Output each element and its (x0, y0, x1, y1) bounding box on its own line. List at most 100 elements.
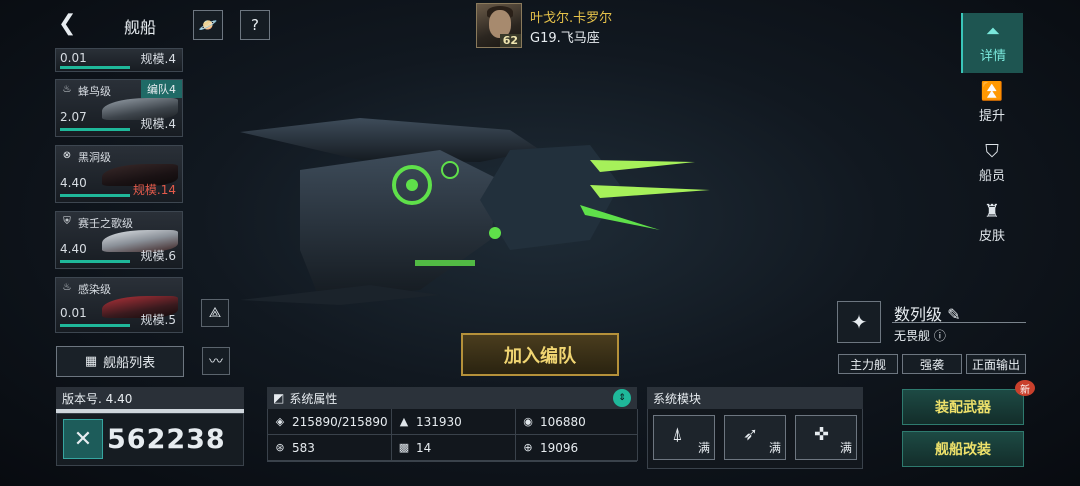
ship-bar (60, 260, 130, 263)
module-slot[interactable]: ⍋ 满 (653, 415, 715, 460)
class-divider (892, 322, 1026, 323)
new-badge: 新 (1015, 380, 1035, 396)
tab-label: 船员 (978, 168, 1005, 184)
armor-icon: ▲ (399, 414, 409, 428)
ship-card[interactable]: ♨ 感染级 0.01 规模.5 (55, 277, 183, 333)
ship-model (240, 118, 710, 305)
tab-details[interactable]: ⏶ 详情 (961, 13, 1023, 73)
attr-energy: ◉ 106880 (516, 409, 638, 435)
attr-checker: ▩ 14 (392, 435, 516, 461)
missile-module-icon: ➶ (743, 424, 759, 445)
ship-name: 黑洞级 (78, 151, 111, 164)
planet-icon: 🪐 (198, 16, 218, 34)
power-emblem-icon: ✕ (63, 419, 103, 459)
flame-icon: ♨ (62, 84, 72, 95)
module-status: 满 (697, 441, 710, 455)
fleet-icon: ⟁ (208, 305, 222, 321)
tab-upgrade[interactable]: ⏫ 提升 (961, 73, 1023, 133)
join-fleet-button[interactable]: 加入编队 (461, 333, 619, 376)
help-button[interactable]: ? (240, 10, 270, 40)
ship-value: 4.40 (60, 176, 87, 190)
wave-icon: 〰 (209, 354, 223, 370)
attr-target: ⊕ 19096 (516, 435, 638, 461)
attr-armor: ▲ 131930 (392, 409, 516, 435)
ship-module-icon: ⍋ (672, 424, 683, 445)
formation-button[interactable]: 〰 (202, 347, 230, 375)
role-tag: 正面输出 (966, 354, 1026, 374)
modules-panel: 系统模块 ⍋ 满 ➶ 满 ✜ 满 (647, 387, 863, 469)
attr-value: 19096 (540, 440, 579, 455)
module-status: 满 (768, 441, 781, 455)
expand-toggle-icon[interactable]: ⇕ (613, 389, 631, 407)
energy-icon: ◉ (523, 414, 533, 428)
shield-icon: ◈ (275, 414, 285, 428)
fleet-tag: 编队4 (141, 80, 182, 98)
ship-card[interactable]: ♨ 蜂鸟级 编队4 2.07 规模.4 (55, 79, 183, 137)
ship-scale: 规模.14 (132, 183, 176, 197)
target-icon: ⊕ (523, 440, 533, 454)
role-tag: 主力舰 (838, 354, 898, 374)
fleet-filter-button[interactable]: ⟁ (201, 299, 229, 327)
attributes-header: ◩ 系统属性 ⇕ (267, 387, 637, 409)
skin-icon: ♜ (983, 200, 1001, 222)
planet-button[interactable]: 🪐 (193, 10, 223, 40)
ship-scale: 规模.4 (140, 117, 176, 131)
attributes-icon: ◩ (273, 391, 285, 405)
module-status: 满 (839, 441, 852, 455)
ship-bar (60, 66, 130, 69)
combat-power: 562238 (107, 424, 226, 455)
combat-power-panel: ✕ 562238 (56, 413, 244, 466)
attr-value: 131930 (416, 414, 462, 429)
ship-card[interactable]: ⛨ 赛壬之歌级 4.40 规模.6 (55, 211, 183, 269)
tab-label: 提升 (978, 108, 1005, 124)
page-title: 舰船 (124, 18, 157, 37)
ship-card[interactable]: ⊗ 黑洞级 4.40 规模.14 (55, 145, 183, 203)
attributes-title: 系统属性 (289, 391, 338, 406)
checker-icon: ▩ (398, 440, 410, 454)
details-icon: ⏶ (985, 20, 1001, 42)
module-slot[interactable]: ✜ 满 (795, 415, 857, 460)
ship-name: 蜂鸟级 (78, 85, 111, 98)
crosshair-icon: ⊗ (62, 150, 72, 161)
attr-shield: ◈ 215890/215890 (268, 409, 392, 435)
flame-icon: ♨ (62, 282, 72, 293)
grid-icon: ▦ (84, 354, 98, 369)
ship-list-button[interactable]: ▦ 舰船列表 (56, 346, 184, 377)
equip-weapons-button[interactable]: 装配武器 (902, 389, 1024, 425)
attr-value: 583 (292, 440, 315, 455)
ship-bar (60, 128, 130, 131)
ship-list-label: 舰船列表 (103, 356, 156, 371)
tab-crew[interactable]: ⛉ 船员 (961, 133, 1023, 193)
ship-name: 感染级 (78, 283, 111, 296)
info-icon[interactable]: ⓘ (934, 329, 946, 343)
ship-value: 2.07 (60, 110, 87, 124)
player-server: G19.飞马座 (530, 31, 600, 46)
module-slot[interactable]: ➶ 满 (724, 415, 786, 460)
tab-label: 皮肤 (978, 228, 1005, 244)
player-avatar[interactable]: 62 (476, 3, 522, 48)
role-tag: 强袭 (902, 354, 962, 374)
attr-speed: ⊛ 583 (268, 435, 392, 461)
ship-scale: 规模.6 (140, 249, 176, 263)
ship-card[interactable]: 0.01 规模.4 (55, 48, 183, 72)
speed-icon: ⊛ (275, 440, 285, 454)
tab-skin[interactable]: ♜ 皮肤 (961, 193, 1023, 253)
player-name: 叶戈尔.卡罗尔 (530, 11, 613, 26)
ship-value: 0.01 (60, 51, 87, 65)
ship-value: 0.01 (60, 306, 87, 320)
ship-class-emblem-icon: ✦ (837, 301, 881, 343)
right-tab-bar: ⏶ 详情 ⏫ 提升 ⛉ 船员 ♜ 皮肤 (961, 13, 1023, 253)
ship-bar (60, 324, 130, 327)
back-arrow-icon[interactable]: ❮ (58, 12, 80, 36)
cannon-module-icon: ✜ (814, 424, 830, 445)
modules-title: 系统模块 (653, 391, 702, 406)
ship-type-label: 无畏舰 (894, 329, 931, 343)
ship-value: 4.40 (60, 242, 87, 256)
player-level: 62 (499, 34, 521, 47)
modules-header: 系统模块 (647, 387, 863, 409)
attr-value: 106880 (540, 414, 586, 429)
crew-icon: ⛉ (985, 140, 999, 162)
ship-scale: 规模.5 (140, 313, 176, 327)
attributes-panel: ◩ 系统属性 ⇕ ◈ 215890/215890 ▲ 131930 ◉ 106880 … (267, 387, 638, 462)
ship-refit-button[interactable]: 舰船改装 (902, 431, 1024, 467)
